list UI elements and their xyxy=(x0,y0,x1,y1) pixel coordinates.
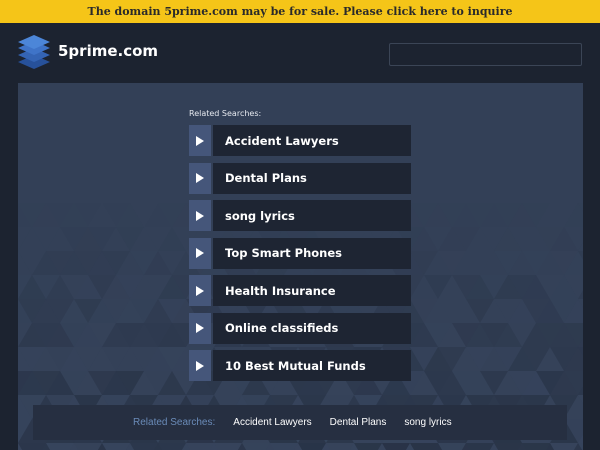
pattern-triangle xyxy=(74,443,102,450)
arrow-right-icon xyxy=(189,237,211,269)
pattern-triangle xyxy=(270,443,298,450)
related-link-label: 10 Best Mutual Funds xyxy=(213,350,411,381)
related-link-label: Online classifieds xyxy=(213,312,411,344)
related-link-label: Dental Plans xyxy=(213,162,411,194)
related-searches-title: Related Searches: xyxy=(189,109,262,118)
footer-related-bar: Related Searches: Accident Lawyers Denta… xyxy=(33,405,567,440)
footer-related-label: Related Searches: xyxy=(133,417,216,428)
sale-banner-text: The domain 5prime.com may be for sale. P… xyxy=(87,5,513,18)
arrow-right-icon xyxy=(189,312,211,344)
related-link-label: Top Smart Phones xyxy=(213,237,411,269)
arrow-right-icon xyxy=(189,200,211,231)
stacked-layers-icon xyxy=(18,35,50,69)
pattern-triangle xyxy=(18,443,46,450)
pattern-triangle xyxy=(326,443,354,450)
related-link-accident-lawyers[interactable]: Accident Lawyers xyxy=(189,125,411,156)
arrow-right-icon xyxy=(189,275,211,306)
arrow-right-icon xyxy=(189,350,211,381)
related-link-label: Accident Lawyers xyxy=(213,125,411,156)
search-input[interactable] xyxy=(389,43,582,66)
related-link-label: song lyrics xyxy=(213,200,411,231)
pattern-triangle xyxy=(438,443,466,450)
pattern-triangle xyxy=(158,443,186,450)
pattern-triangle xyxy=(242,443,270,450)
pattern-triangle xyxy=(130,443,158,450)
related-links-list: Accident Lawyers Dental Plans song lyric… xyxy=(189,125,411,388)
related-link-song-lyrics[interactable]: song lyrics xyxy=(189,200,411,231)
main-panel: Related Searches: Accident Lawyers Denta… xyxy=(18,83,583,450)
pattern-triangle xyxy=(354,443,382,450)
pattern-triangle xyxy=(494,443,522,450)
related-link-online-classifieds[interactable]: Online classifieds xyxy=(189,312,411,344)
related-link-top-smart-phones[interactable]: Top Smart Phones xyxy=(189,237,411,269)
site-header: 5prime.com xyxy=(0,23,600,83)
pattern-triangle xyxy=(382,443,410,450)
pattern-triangle xyxy=(214,443,242,450)
pattern-triangle xyxy=(410,443,438,450)
related-link-label: Health Insurance xyxy=(213,275,411,306)
site-name: 5prime.com xyxy=(58,42,159,60)
pattern-triangle xyxy=(102,443,130,450)
pattern-triangle xyxy=(186,443,214,450)
pattern-triangle xyxy=(550,443,578,450)
related-link-10-best-mutual-funds[interactable]: 10 Best Mutual Funds xyxy=(189,350,411,381)
sale-banner-link[interactable]: The domain 5prime.com may be for sale. P… xyxy=(0,0,600,23)
footer-link-accident-lawyers[interactable]: Accident Lawyers xyxy=(233,417,311,428)
pattern-triangle xyxy=(466,443,494,450)
pattern-triangle xyxy=(522,443,550,450)
footer-link-dental-plans[interactable]: Dental Plans xyxy=(330,417,387,428)
related-link-dental-plans[interactable]: Dental Plans xyxy=(189,162,411,194)
arrow-right-icon xyxy=(189,162,211,194)
related-link-health-insurance[interactable]: Health Insurance xyxy=(189,275,411,306)
pattern-triangle xyxy=(298,443,326,450)
footer-link-song-lyrics[interactable]: song lyrics xyxy=(404,417,451,428)
arrow-right-icon xyxy=(189,125,211,156)
pattern-triangle xyxy=(46,443,74,450)
